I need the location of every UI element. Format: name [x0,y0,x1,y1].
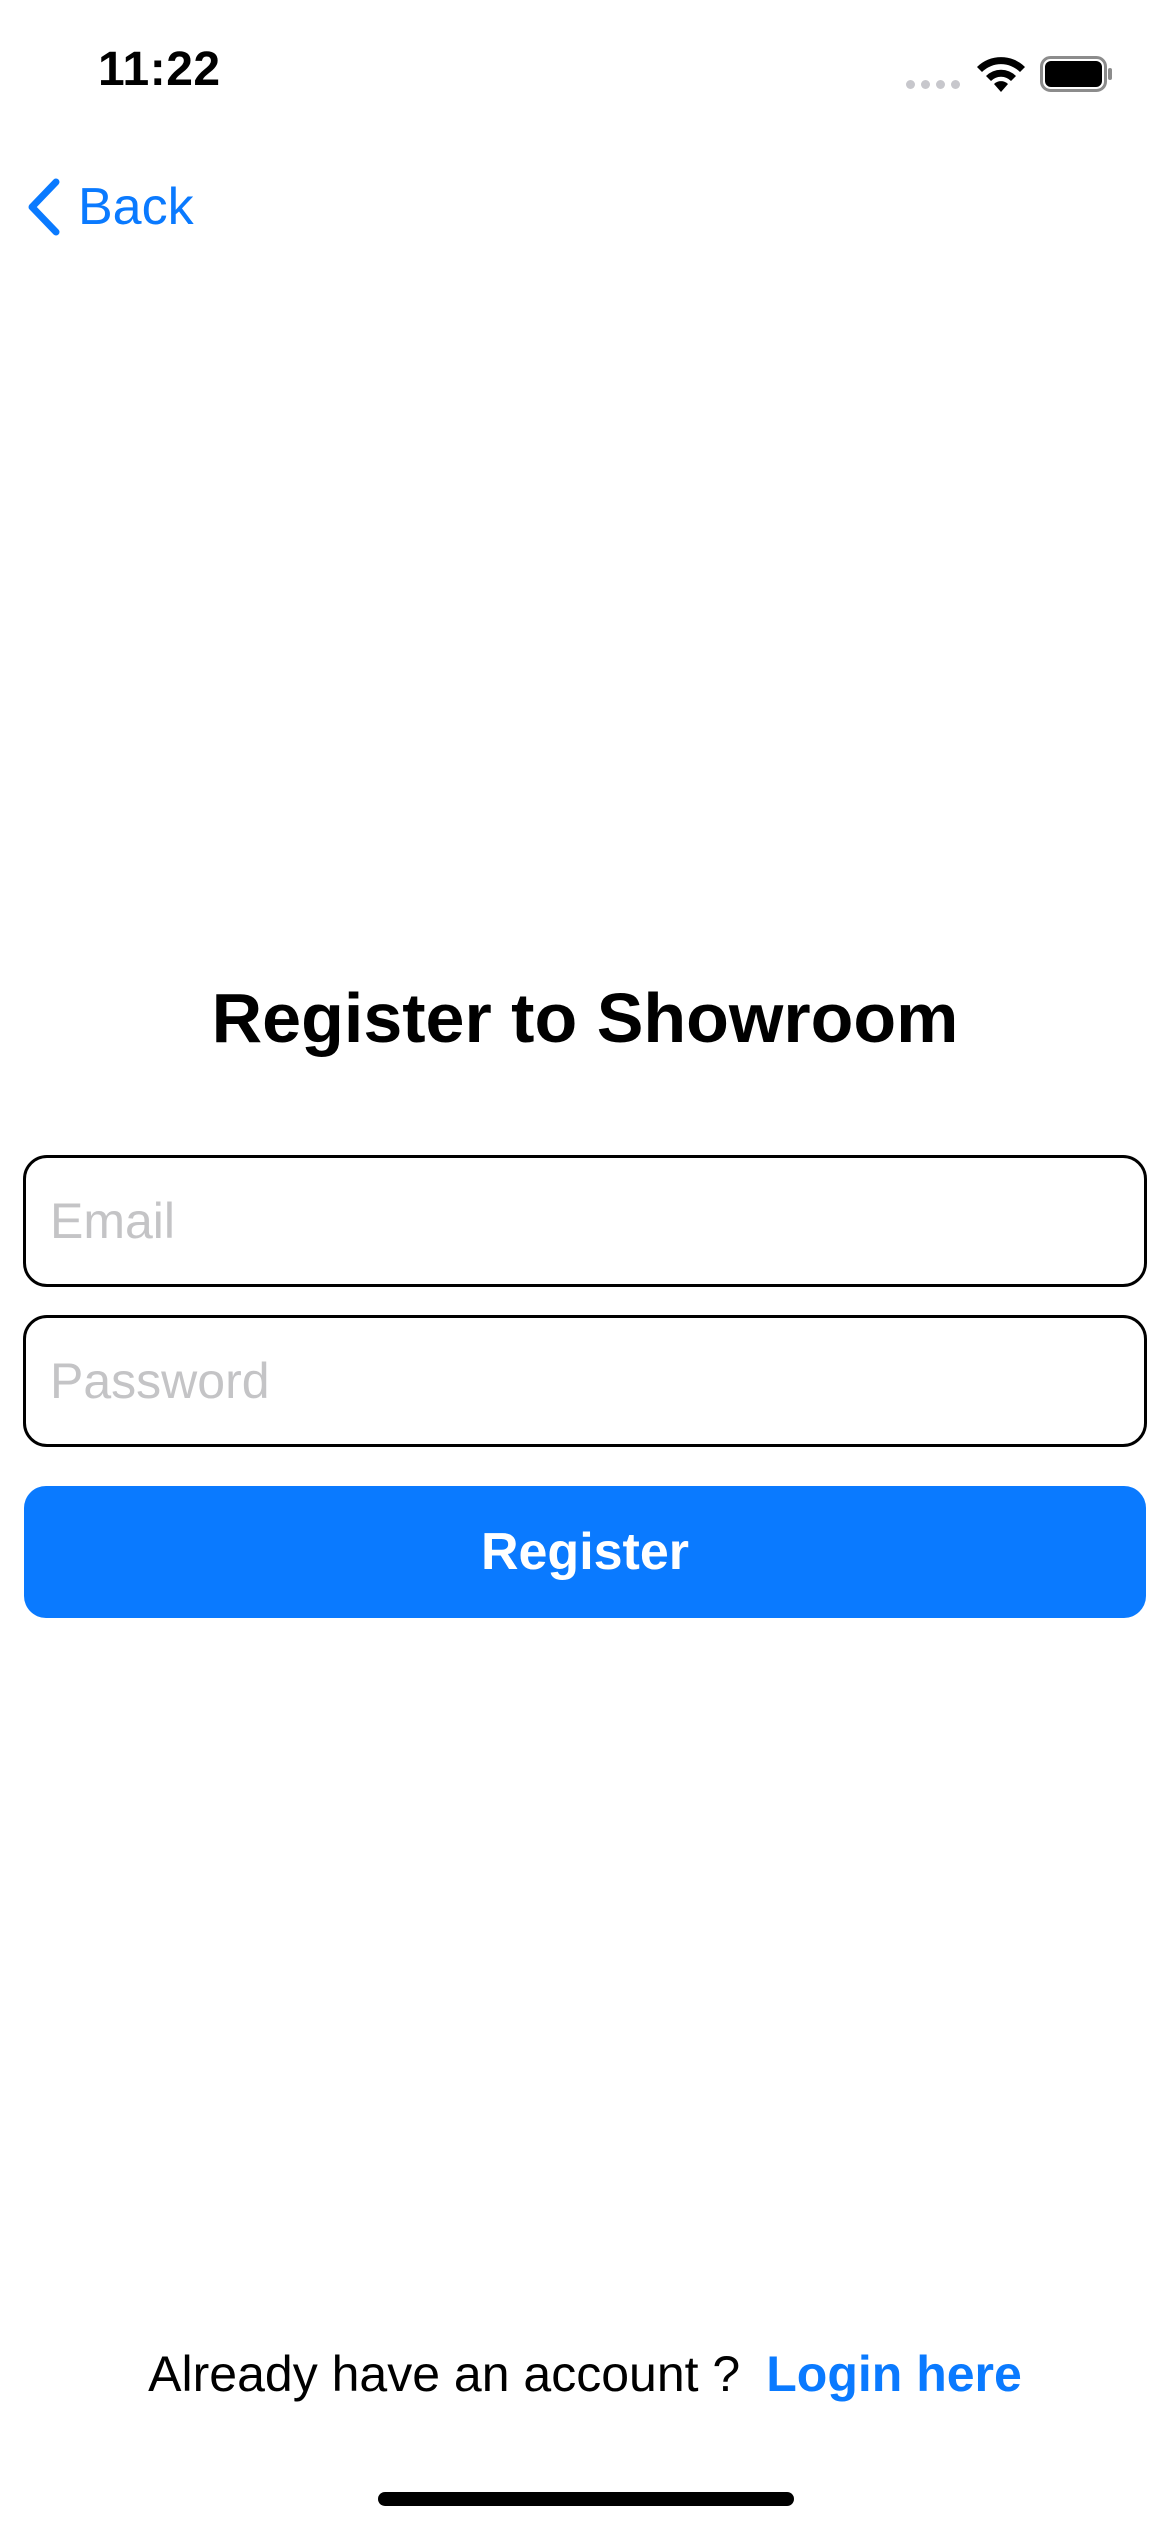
login-prompt: Already have an account ? Login here [0,2345,1170,2403]
page-title: Register to Showroom [211,979,959,1057]
email-field[interactable] [23,1155,1147,1287]
cellular-signal-icon [906,80,960,89]
chevron-left-icon [28,178,60,236]
status-time: 11:22 [98,43,221,96]
login-link[interactable]: Login here [766,2346,1022,2402]
wifi-icon [977,57,1025,92]
back-label: Back [78,178,194,236]
register-screen: 11:22 Back Register to Showroom Register… [0,0,1170,2532]
login-prompt-text: Already have an account ? [148,2346,741,2402]
home-indicator [378,2492,794,2506]
battery-icon [1040,56,1112,92]
register-button[interactable]: Register [24,1486,1146,1618]
password-field[interactable] [23,1315,1147,1447]
back-button[interactable]: Back [24,172,194,242]
